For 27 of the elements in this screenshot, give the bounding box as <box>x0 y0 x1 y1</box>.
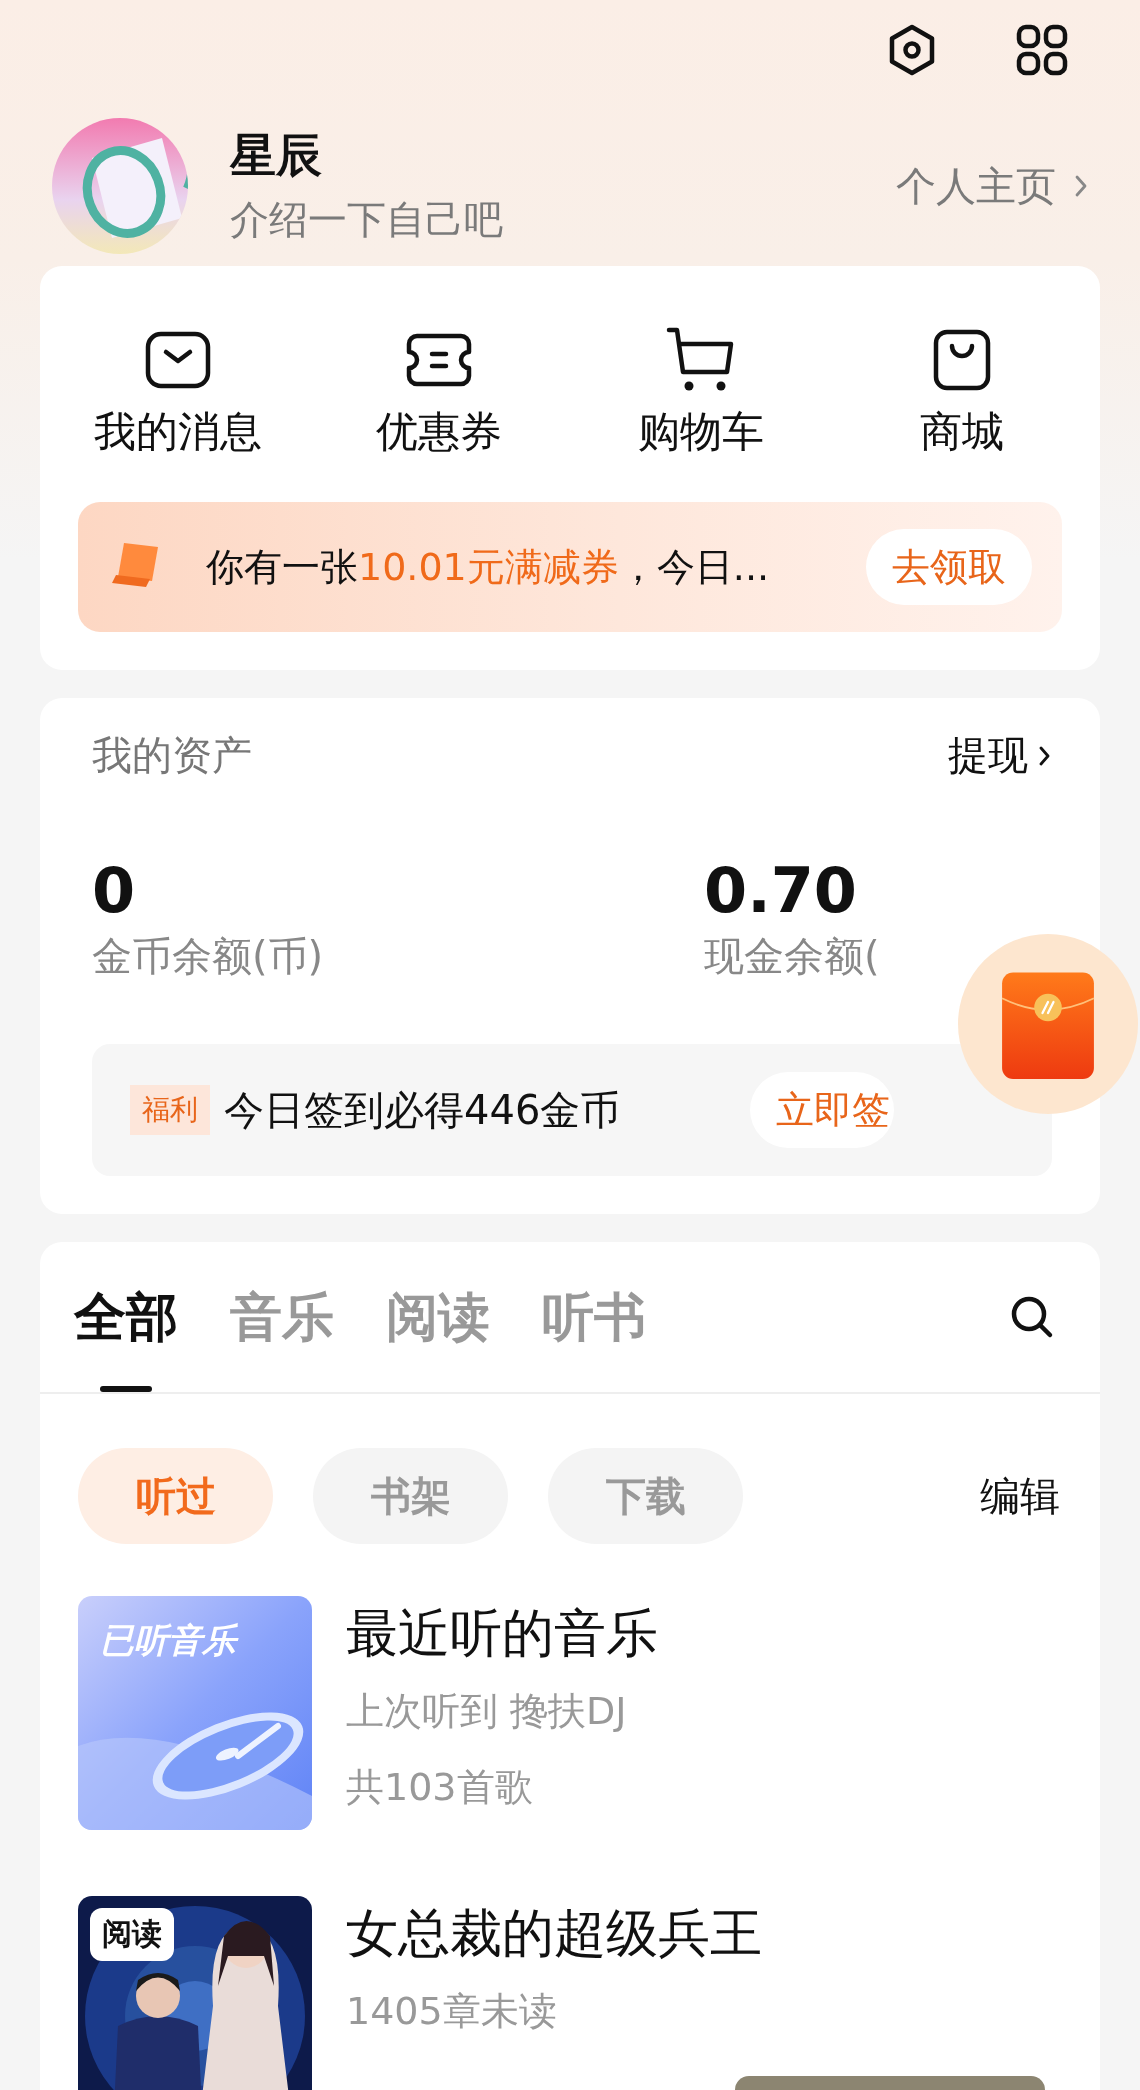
withdraw-link[interactable]: 提现 <box>948 728 1052 783</box>
balance-label: 金币余额(币) <box>92 932 325 981</box>
profile-link[interactable]: 个人主页 <box>896 158 1088 214</box>
item-title[interactable]: 最近听的音乐 <box>346 1600 658 1666</box>
item-detail: 上次听到 搀扶DJ <box>346 1688 628 1735</box>
coupon-message: 你有一张10.01元满减券，今日... <box>206 543 771 591</box>
balance-label: 现金余额( <box>704 932 881 981</box>
edit-link[interactable]: 编辑 <box>980 1468 1060 1524</box>
chevron-icon <box>1074 174 1088 198</box>
category-tab[interactable]: 全部 <box>74 1242 178 1392</box>
shortcut-button[interactable]: 我的消息 <box>78 324 278 460</box>
balance-value: 0.70 <box>704 853 858 929</box>
welfare-tag: 福利 <box>130 1085 210 1135</box>
grid-icon[interactable] <box>1014 22 1070 78</box>
user-bio: 介绍一下自己吧 <box>230 196 504 244</box>
shortcut-button[interactable]: 购物车 <box>600 324 801 460</box>
user-name: 星辰 <box>230 127 323 184</box>
checkin-message: 今日签到必得446金币 <box>224 1085 622 1135</box>
category-badge: 阅读 <box>90 1908 174 1961</box>
shortcut-button[interactable]: 商城 <box>862 324 1062 460</box>
reward-envelope-icon[interactable] <box>958 934 1138 1114</box>
shortcut-button[interactable]: 优惠券 <box>339 324 540 460</box>
balance-value: 0 <box>92 853 137 929</box>
item-title[interactable]: 女总裁的超级兵王 <box>346 1900 762 1966</box>
item-detail: 共103首歌 <box>346 1764 534 1811</box>
item-detail: 1405章未读 <box>346 1988 558 2035</box>
section-title: 我的资产 <box>92 731 252 780</box>
